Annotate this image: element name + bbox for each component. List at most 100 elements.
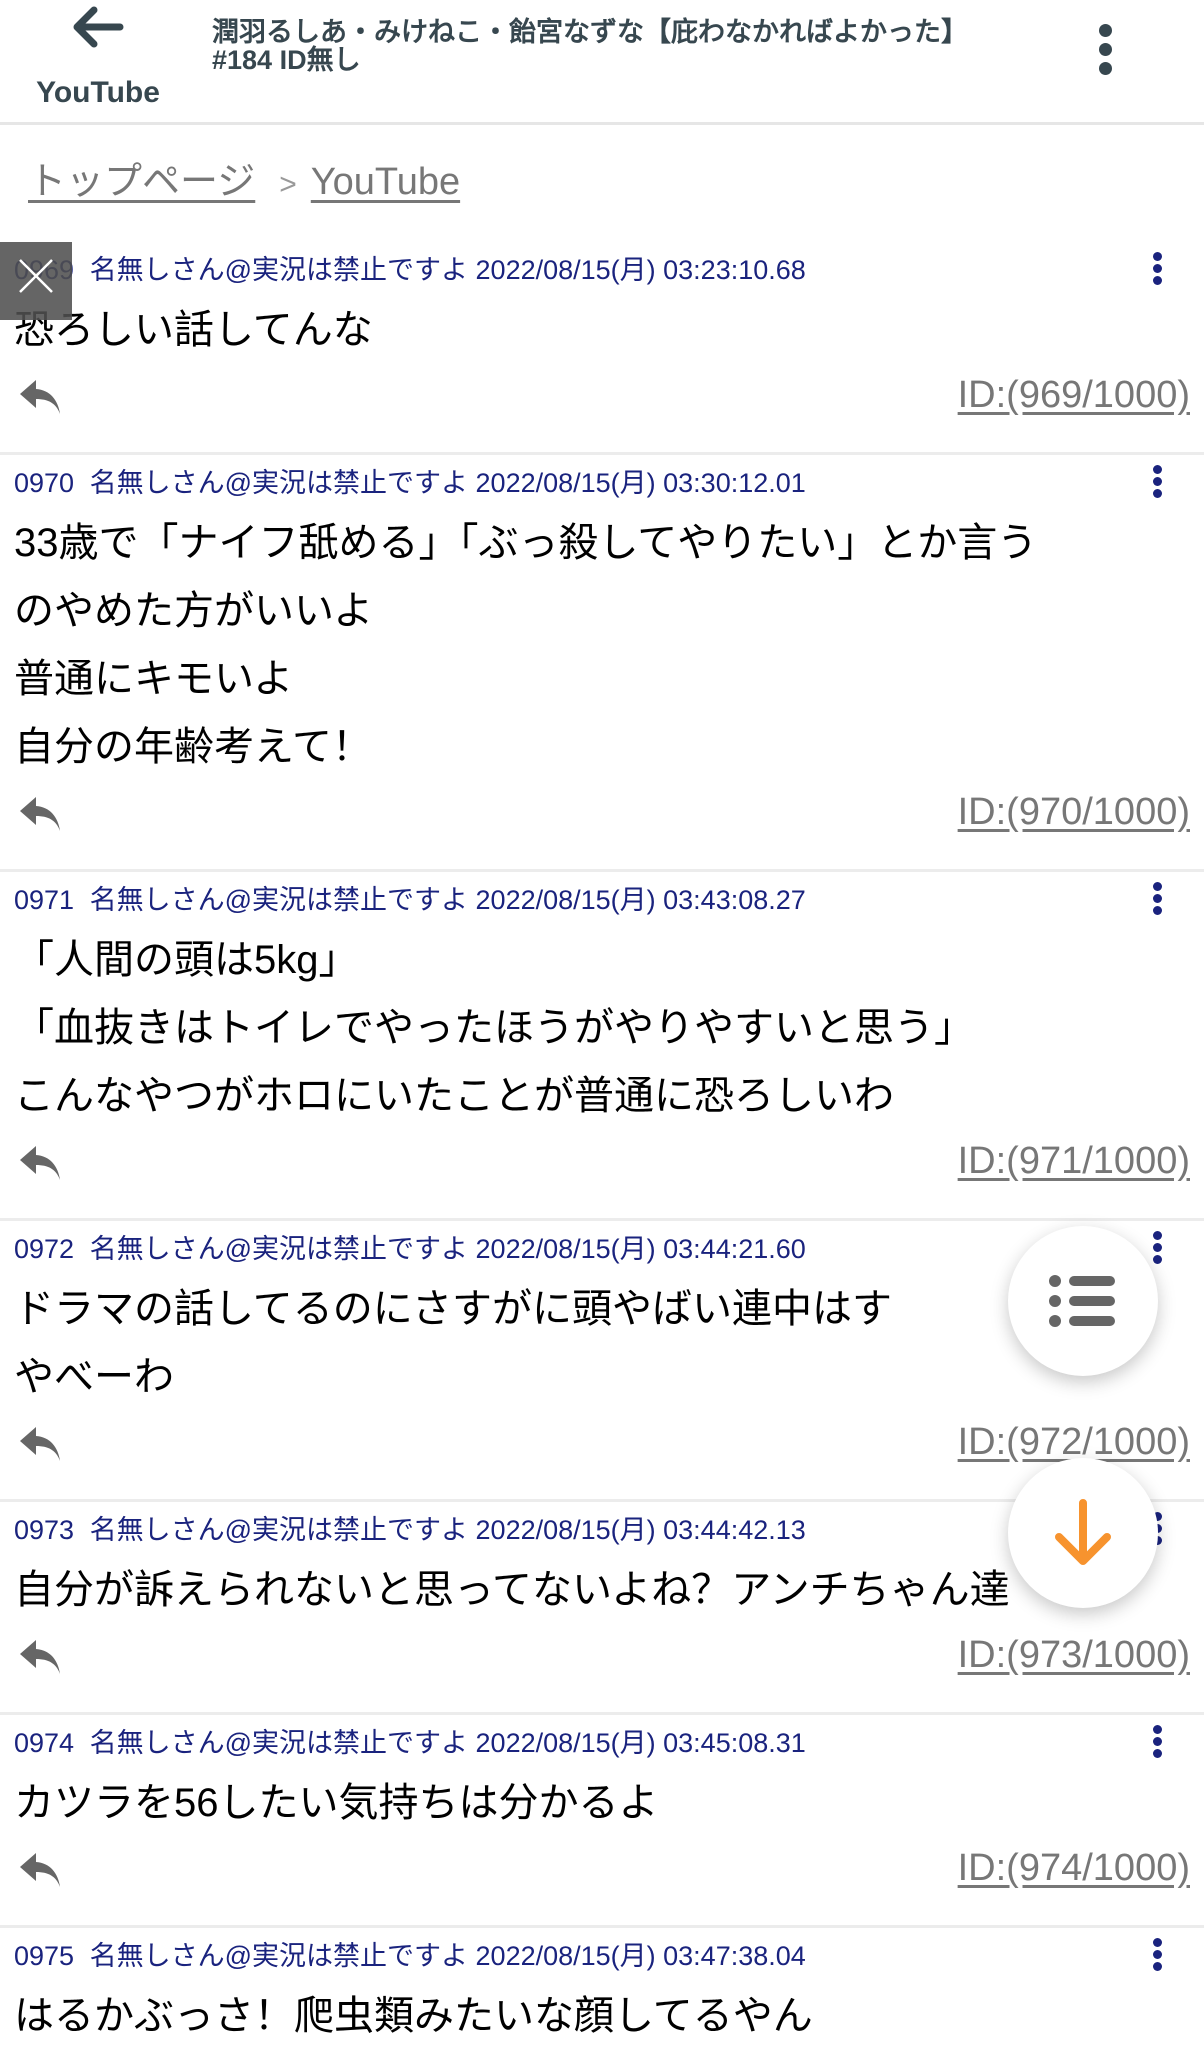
kebab-menu-icon <box>1152 1725 1162 1734</box>
post-id-link[interactable]: ID:(974/1000) <box>958 1847 1190 1890</box>
post-datetime: 2022/08/15(月) 03:44:42.13 <box>475 1515 806 1545</box>
post-number: 0970 <box>14 468 75 498</box>
post-number: 0973 <box>14 1515 75 1545</box>
post-body: 33歳で「ナイフ舐める」「ぶっ殺してやりたい」とか言う のやめた方がいいよ 普通にキ… <box>14 509 1190 781</box>
post-footer: ID:(970/1000) <box>14 781 1190 869</box>
kebab-menu-icon <box>1152 1938 1162 1947</box>
back-label: YouTube <box>36 76 160 109</box>
reply-icon[interactable] <box>18 1849 64 1889</box>
post-line: カツラを56したい気持ちは分かるよ <box>14 1781 659 1825</box>
arrow-down-icon <box>1055 1499 1111 1565</box>
reply-icon[interactable] <box>18 376 64 416</box>
breadcrumb-youtube[interactable]: YouTube <box>311 161 460 203</box>
post-footer: ID:(974/1000) <box>14 1837 1190 1925</box>
post-body: 「人間の頭は5kg」「血抜きはトイレでやったほうがやりやすいと思う」 こんなやつが… <box>14 926 1190 1130</box>
post-datetime: 2022/08/15(月) 03:43:08.27 <box>475 885 806 915</box>
post-author: 名無しさん@実況は禁止ですよ <box>89 468 469 498</box>
post-header: 0971 名無しさん@実況は禁止ですよ 2022/08/15(月) 03:43:… <box>14 872 1190 926</box>
reply-icon[interactable] <box>18 1636 64 1676</box>
post-item: 0970 名無しさん@実況は禁止ですよ 2022/08/15(月) 03:30:… <box>0 455 1204 872</box>
post-body: はるかぶっさ！爬虫類みたいな顔してるやん <box>14 1982 1190 2048</box>
thread-list: 0969 名無しさん@実況は禁止ですよ 2022/08/15(月) 03:23:… <box>0 242 1204 2048</box>
kebab-dot <box>1152 1962 1162 1971</box>
post-header: 0974 名無しさん@実況は禁止ですよ 2022/08/15(月) 03:45:… <box>14 1715 1190 1769</box>
post-number: 0971 <box>14 885 75 915</box>
back-button[interactable]: YouTube <box>20 0 176 120</box>
post-line: こんなやつがホロにいたことが普通に恐ろしいわ <box>14 1074 894 1118</box>
breadcrumb-separator: > <box>279 168 297 201</box>
post-datetime: 2022/08/15(月) 03:47:38.04 <box>475 1941 806 1971</box>
post-datetime: 2022/08/15(月) 03:23:10.68 <box>475 255 806 285</box>
kebab-dot <box>1098 43 1112 56</box>
page-title: 潤羽るしあ・みけねこ・飴宮なずな【庇わなかればよかった】#184 ID無し <box>212 17 968 75</box>
post-author: 名無しさん@実況は禁止ですよ <box>89 1728 469 1758</box>
close-button[interactable] <box>0 242 72 320</box>
kebab-dot <box>1152 894 1162 903</box>
kebab-dot <box>1152 1950 1162 1959</box>
more-menu-button[interactable] <box>1090 24 1120 80</box>
post-menu-button[interactable] <box>1150 252 1164 292</box>
post-menu-button[interactable] <box>1150 1231 1164 1271</box>
kebab-dot <box>1152 1737 1162 1746</box>
scroll-down-fab[interactable] <box>1008 1458 1158 1608</box>
reply-icon[interactable] <box>18 793 64 833</box>
kebab-dot <box>1152 1255 1162 1264</box>
post-body: 恐ろしい話してんな <box>14 296 1190 364</box>
kebab-menu-icon <box>1152 465 1162 474</box>
post-menu-button[interactable] <box>1150 465 1164 505</box>
post-line: 「血抜きはトイレでやったほうがやりやすいと思う」 <box>14 1006 974 1050</box>
kebab-dot <box>1152 489 1162 498</box>
post-header: 0972 名無しさん@実況は禁止ですよ 2022/08/15(月) 03:44:… <box>14 1221 1190 1275</box>
post-number: 0974 <box>14 1728 75 1758</box>
post-header: 0975 名無しさん@実況は禁止ですよ 2022/08/15(月) 03:47:… <box>14 1928 1190 1982</box>
post-item: 0971 名無しさん@実況は禁止ですよ 2022/08/15(月) 03:43:… <box>0 872 1204 1221</box>
post-footer: ID:(971/1000) <box>14 1130 1190 1218</box>
post-item: 0974 名無しさん@実況は禁止ですよ 2022/08/15(月) 03:45:… <box>0 1715 1204 1928</box>
post-author: 名無しさん@実況は禁止ですよ <box>89 1234 469 1264</box>
reply-icon[interactable] <box>18 1142 64 1182</box>
post-header: 0969 名無しさん@実況は禁止ですよ 2022/08/15(月) 03:23:… <box>14 242 1190 296</box>
kebab-dot <box>1152 1749 1162 1758</box>
kebab-dot <box>1152 276 1162 285</box>
post-footer: ID:(969/1000) <box>14 364 1190 452</box>
post-author: 名無しさん@実況は禁止ですよ <box>89 885 469 915</box>
reply-icon[interactable] <box>18 1423 64 1463</box>
kebab-menu-icon <box>1152 1231 1162 1240</box>
arrow-left-icon <box>73 6 124 48</box>
post-datetime: 2022/08/15(月) 03:44:21.60 <box>475 1234 806 1264</box>
post-id-link[interactable]: ID:(970/1000) <box>958 791 1190 834</box>
post-item: 0969 名無しさん@実況は禁止ですよ 2022/08/15(月) 03:23:… <box>0 242 1204 455</box>
post-footer: ID:(973/1000) <box>14 1624 1190 1712</box>
breadcrumb: トップページ > YouTube <box>28 150 460 210</box>
post-menu-button[interactable] <box>1150 1938 1164 1978</box>
post-line: 自分が訴えられないと思ってないよね？アンチちゃん達 <box>14 1568 1010 1612</box>
post-header: 0970 名無しさん@実況は禁止ですよ 2022/08/15(月) 03:30:… <box>14 455 1190 509</box>
post-menu-button[interactable] <box>1150 1725 1164 1765</box>
post-author: 名無しさん@実況は禁止ですよ <box>89 1941 469 1971</box>
post-footer: ID:(972/1000) <box>14 1411 1190 1499</box>
kebab-menu-icon <box>1098 24 1112 37</box>
post-line: はるかぶっさ！爬虫類みたいな顔してるやん <box>14 1994 813 2038</box>
kebab-dot <box>1152 477 1162 486</box>
thread-list-fab[interactable] <box>1008 1226 1158 1376</box>
kebab-dot <box>1152 264 1162 273</box>
post-author: 名無しさん@実況は禁止ですよ <box>89 1515 469 1545</box>
post-id-link[interactable]: ID:(971/1000) <box>958 1140 1190 1183</box>
post-item: 0975 名無しさん@実況は禁止ですよ 2022/08/15(月) 03:47:… <box>0 1928 1204 2048</box>
post-number: 0975 <box>14 1941 75 1971</box>
close-icon <box>19 259 53 293</box>
post-line: 自分の年齢考えて！ <box>14 725 372 769</box>
kebab-dot <box>1152 906 1162 915</box>
post-id-link[interactable]: ID:(969/1000) <box>958 374 1190 417</box>
post-line: 「人間の頭は5kg」 <box>14 938 359 982</box>
kebab-dot <box>1152 1243 1162 1252</box>
post-line: 恐ろしい話してんな <box>14 308 373 352</box>
kebab-menu-icon <box>1152 252 1162 261</box>
post-menu-button[interactable] <box>1150 882 1164 922</box>
post-author: 名無しさん@実況は禁止ですよ <box>89 255 469 285</box>
post-number: 0972 <box>14 1234 75 1264</box>
post-line: やべーわ <box>14 1355 174 1399</box>
top-bar: YouTube 潤羽るしあ・みけねこ・飴宮なずな【庇わなかればよかった】#184… <box>0 0 1204 125</box>
breadcrumb-top-page[interactable]: トップページ <box>28 161 255 203</box>
post-id-link[interactable]: ID:(973/1000) <box>958 1634 1190 1677</box>
